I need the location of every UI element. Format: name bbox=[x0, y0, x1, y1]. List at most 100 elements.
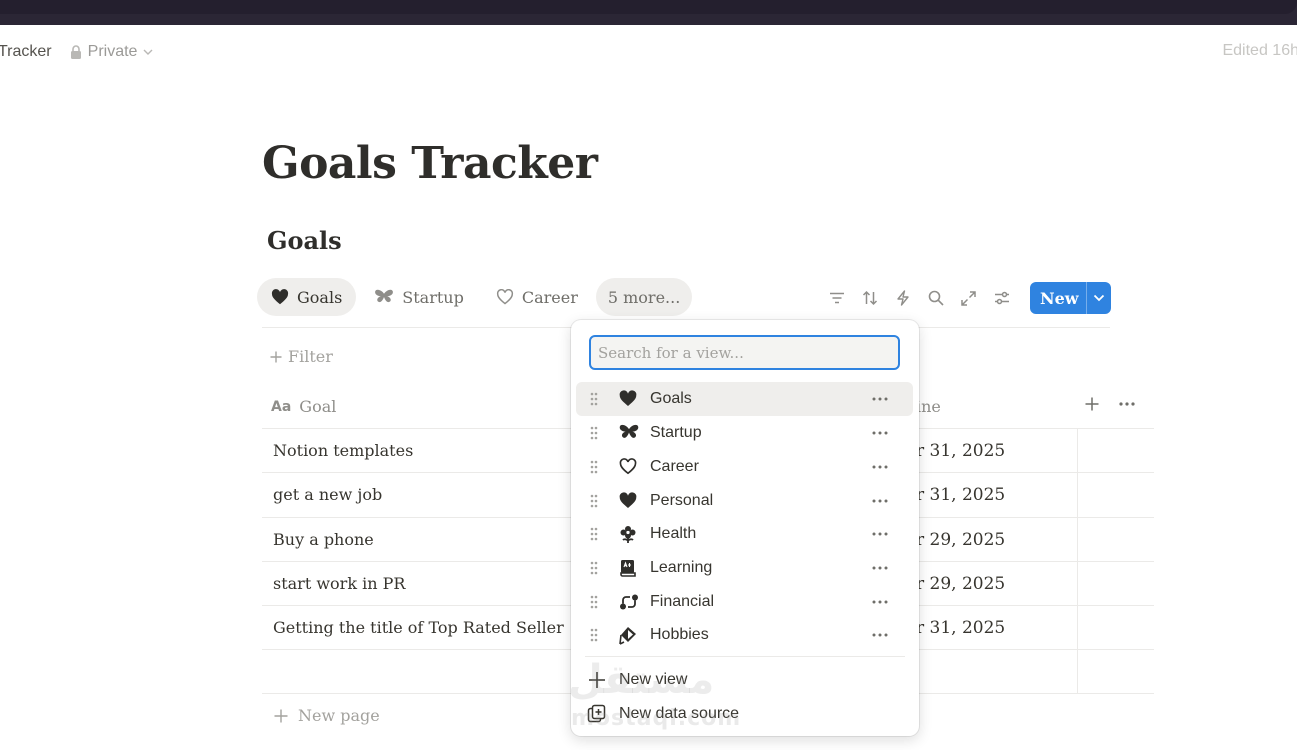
cell-goal[interactable]: Getting the title of Top Rated Seller bbox=[273, 618, 564, 637]
drag-handle-icon[interactable] bbox=[590, 527, 598, 541]
view-item-learning[interactable]: Learning bbox=[576, 551, 913, 585]
view-item-label: Learning bbox=[650, 559, 713, 576]
titlebar-edge bbox=[0, 0, 1297, 14]
new-button[interactable]: New bbox=[1030, 282, 1111, 314]
sliders-icon bbox=[994, 291, 1009, 305]
expand-button[interactable] bbox=[952, 282, 985, 314]
filter-icon bbox=[829, 292, 844, 304]
add-database-icon bbox=[587, 704, 606, 723]
window-titlebar bbox=[0, 0, 1297, 25]
column-header-goal[interactable]: Aa Goal bbox=[271, 397, 336, 416]
drag-handle-icon[interactable] bbox=[590, 595, 598, 609]
add-property-button[interactable] bbox=[1085, 397, 1099, 416]
new-view-label: New view bbox=[619, 671, 688, 688]
drag-handle-icon[interactable] bbox=[590, 628, 598, 642]
view-item-financial[interactable]: Financial bbox=[576, 585, 913, 619]
column-header-deadline[interactable]: ine bbox=[916, 397, 941, 416]
views-menu: Goals Startup Career Personal Health Lea… bbox=[571, 320, 919, 736]
butterfly-icon bbox=[375, 289, 394, 303]
column-divider bbox=[1077, 562, 1078, 606]
privacy-selector[interactable]: Private bbox=[70, 43, 160, 61]
view-item-personal[interactable]: Personal bbox=[576, 484, 913, 518]
more-horizontal-icon[interactable] bbox=[872, 499, 888, 503]
column-divider bbox=[1077, 429, 1078, 473]
new-view-button[interactable]: New view bbox=[587, 668, 687, 692]
heart-outline-icon bbox=[619, 458, 637, 475]
route-icon bbox=[620, 594, 638, 610]
heart-icon bbox=[619, 492, 637, 508]
more-horizontal-icon[interactable] bbox=[872, 566, 888, 570]
drag-handle-icon[interactable] bbox=[590, 460, 598, 474]
cell-goal[interactable]: Notion templates bbox=[273, 441, 413, 460]
new-data-source-label: New data source bbox=[619, 705, 740, 722]
cell-goal[interactable]: Buy a phone bbox=[273, 530, 374, 549]
new-page-label: New page bbox=[298, 706, 380, 725]
tab-goals[interactable]: Goals bbox=[257, 278, 357, 316]
view-item-label: Personal bbox=[650, 492, 714, 509]
view-item-label: Startup bbox=[650, 424, 702, 441]
new-button-menu[interactable] bbox=[1087, 294, 1111, 302]
tab-label: Goals bbox=[297, 287, 343, 307]
butterfly-icon bbox=[619, 424, 639, 438]
view-item-health[interactable]: Health bbox=[576, 517, 913, 551]
view-item-label: Financial bbox=[650, 593, 715, 610]
lock-icon bbox=[70, 45, 81, 59]
more-horizontal-icon[interactable] bbox=[872, 532, 888, 536]
tab-label: 5 more... bbox=[607, 287, 681, 307]
database-title[interactable]: Goals bbox=[267, 226, 342, 255]
view-item-label: Goals bbox=[650, 390, 692, 407]
book-icon bbox=[620, 560, 636, 577]
sort-button[interactable] bbox=[853, 282, 886, 314]
view-item-goals[interactable]: Goals bbox=[576, 382, 913, 416]
menu-divider bbox=[585, 656, 905, 657]
cell-deadline[interactable]: r 29, 2025 bbox=[916, 530, 1005, 550]
more-horizontal-icon[interactable] bbox=[872, 397, 888, 401]
filter-button[interactable] bbox=[820, 282, 853, 314]
cell-deadline[interactable]: r 31, 2025 bbox=[916, 618, 1005, 638]
tab-label: Startup bbox=[402, 287, 464, 307]
tab-more-views[interactable]: 5 more... bbox=[595, 278, 693, 316]
expand-icon bbox=[961, 290, 976, 306]
view-tabs: Goals Startup Career 5 more... bbox=[257, 278, 696, 316]
more-horizontal-icon[interactable] bbox=[872, 600, 888, 604]
cell-goal[interactable]: start work in PR bbox=[273, 574, 405, 593]
drag-handle-icon[interactable] bbox=[590, 392, 598, 406]
new-page-button[interactable]: New page bbox=[274, 706, 380, 725]
flower-icon bbox=[620, 526, 636, 543]
kite-icon bbox=[619, 627, 636, 645]
settings-button[interactable] bbox=[985, 282, 1018, 314]
more-horizontal-icon[interactable] bbox=[872, 465, 888, 469]
view-search-input[interactable] bbox=[589, 335, 900, 370]
plus-icon bbox=[270, 351, 282, 362]
view-item-career[interactable]: Career bbox=[576, 450, 913, 484]
view-item-hobbies[interactable]: Hobbies bbox=[576, 618, 913, 652]
drag-handle-icon[interactable] bbox=[590, 561, 598, 575]
breadcrumb: Tracker Private bbox=[0, 42, 159, 62]
filter-label: Filter bbox=[288, 347, 333, 366]
column-divider bbox=[1077, 650, 1078, 694]
column-divider bbox=[1077, 518, 1078, 562]
plus-icon bbox=[1085, 397, 1099, 411]
column-divider bbox=[1077, 606, 1078, 650]
plus-icon bbox=[274, 709, 288, 722]
cell-deadline[interactable]: r 31, 2025 bbox=[916, 485, 1005, 505]
cell-deadline[interactable]: r 29, 2025 bbox=[916, 574, 1005, 594]
heart-icon bbox=[271, 289, 289, 305]
more-horizontal-icon[interactable] bbox=[872, 633, 888, 637]
new-data-source-button[interactable]: New data source bbox=[587, 702, 739, 726]
add-filter-button[interactable]: Filter bbox=[270, 347, 333, 366]
tab-startup[interactable]: Startup bbox=[360, 278, 478, 316]
cell-deadline[interactable]: r 31, 2025 bbox=[916, 441, 1005, 461]
edited-timestamp: Edited 16h bbox=[1222, 42, 1297, 59]
cell-goal[interactable]: get a new job bbox=[273, 485, 382, 504]
more-horizontal-icon[interactable] bbox=[872, 431, 888, 435]
tab-career[interactable]: Career bbox=[482, 278, 592, 316]
view-item-startup[interactable]: Startup bbox=[576, 416, 913, 450]
breadcrumb-page-title[interactable]: Tracker bbox=[0, 43, 52, 61]
lightning-icon bbox=[896, 290, 909, 306]
automations-button[interactable] bbox=[886, 282, 919, 314]
search-button[interactable] bbox=[919, 282, 952, 314]
drag-handle-icon[interactable] bbox=[590, 494, 598, 508]
table-options-button[interactable] bbox=[1118, 397, 1136, 416]
drag-handle-icon[interactable] bbox=[590, 426, 598, 440]
